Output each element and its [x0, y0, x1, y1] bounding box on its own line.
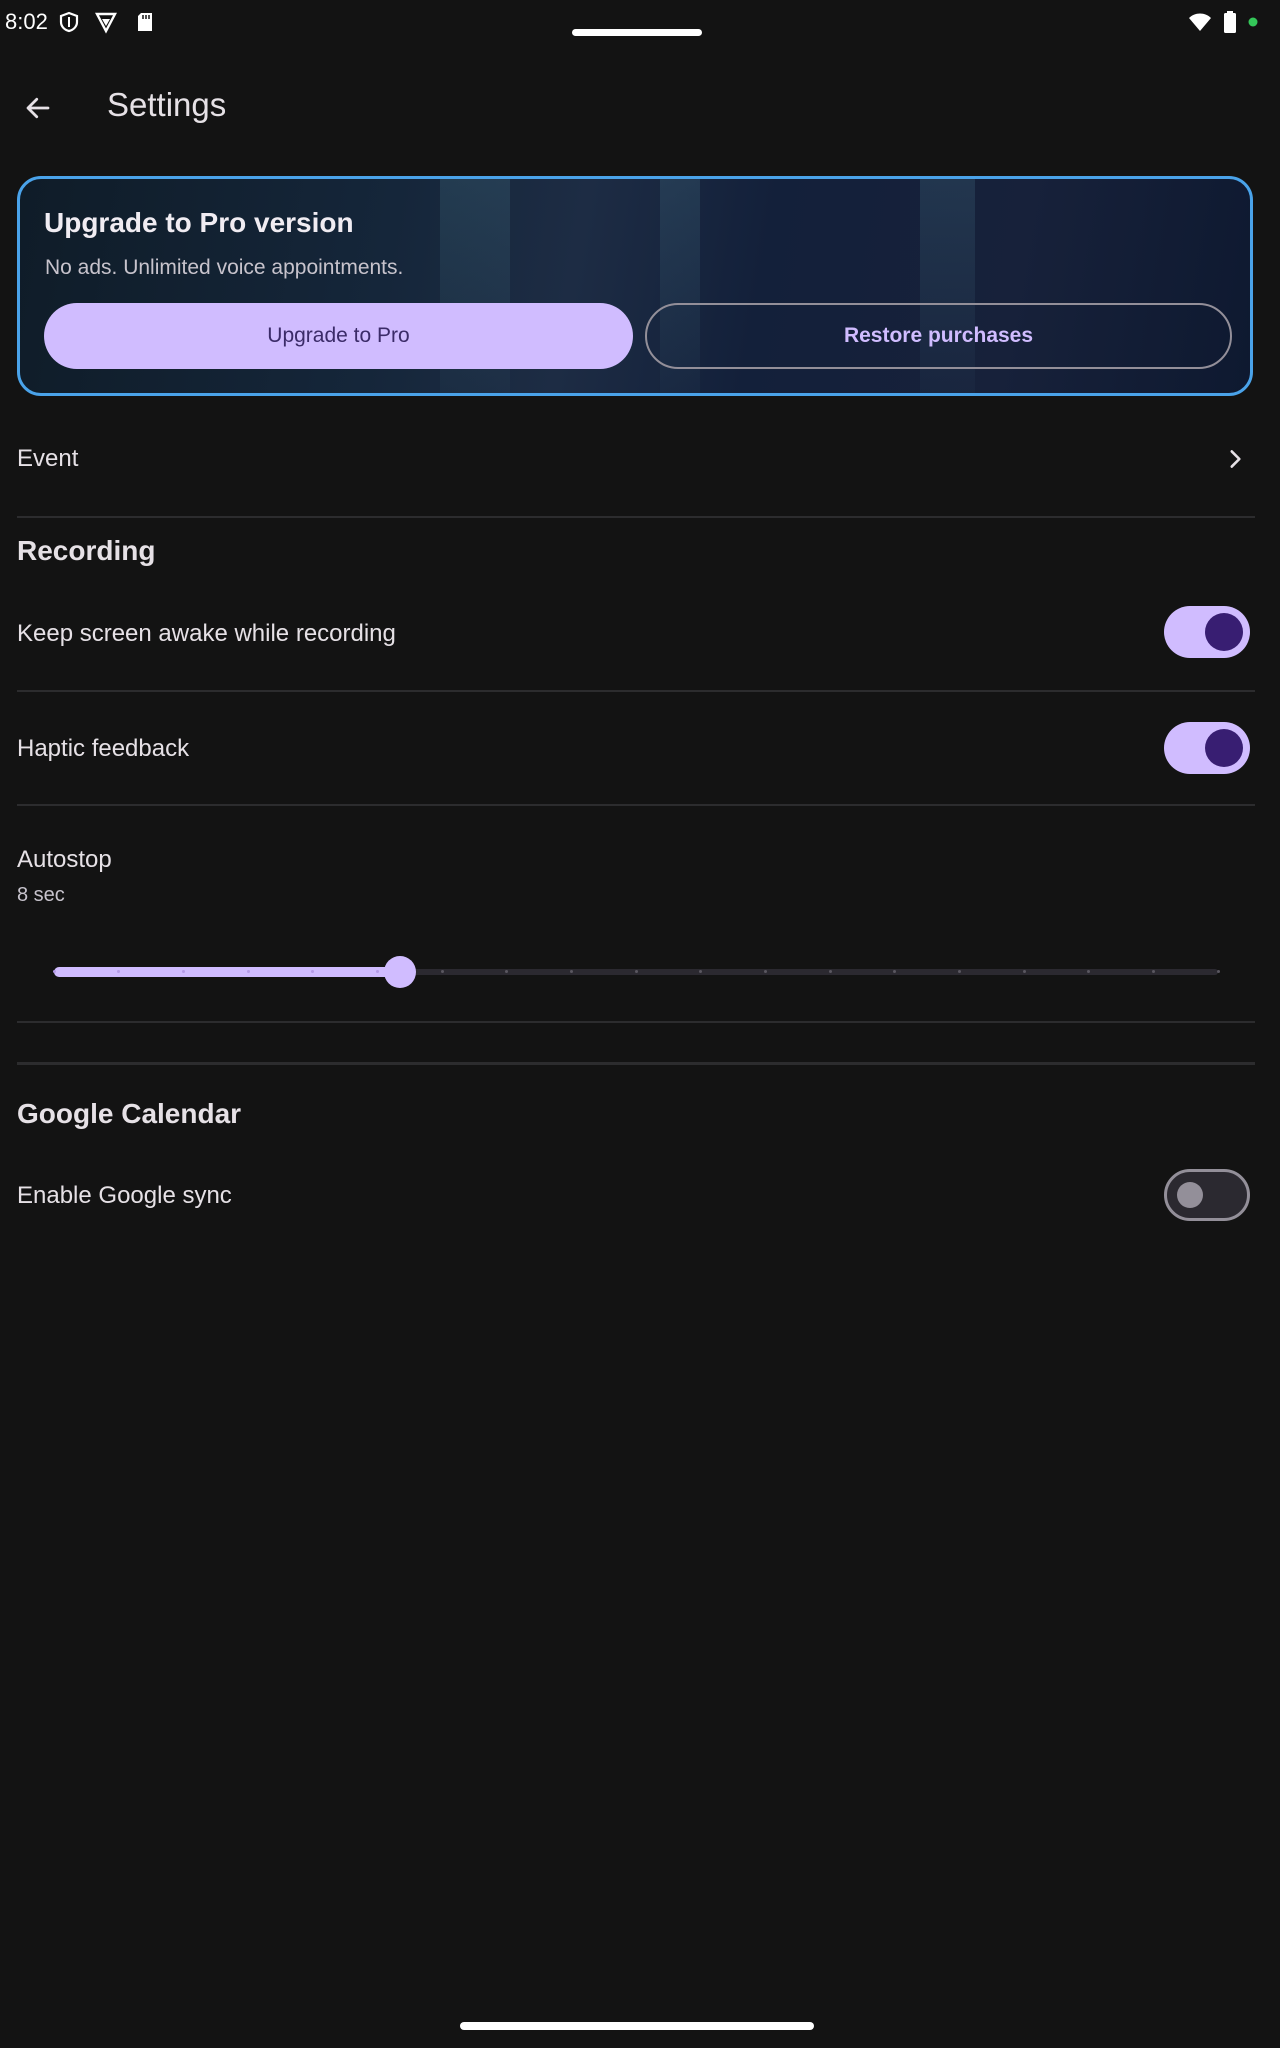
switch-thumb — [1205, 613, 1243, 651]
shield-icon — [59, 11, 79, 33]
slider-tick — [52, 970, 56, 973]
restore-purchases-button[interactable]: Restore purchases — [645, 303, 1232, 369]
switch-thumb — [1177, 1182, 1203, 1208]
chevron-right-icon — [1230, 450, 1241, 468]
divider — [17, 690, 1255, 692]
autostop-value: 8 sec — [17, 884, 65, 906]
slider-tick — [634, 970, 638, 973]
pro-upgrade-card: Upgrade to Pro version No ads. Unlimited… — [17, 176, 1253, 396]
status-time: 8:02 — [5, 9, 48, 34]
event-row[interactable] — [0, 430, 1280, 490]
slider-thumb[interactable] — [383, 956, 416, 988]
back-button[interactable] — [14, 84, 62, 132]
status-bar — [0, 0, 1280, 46]
upgrade-to-pro-button[interactable]: Upgrade to Pro — [44, 303, 633, 369]
slider-ticks — [52, 970, 1220, 974]
slider-tick — [893, 970, 897, 973]
vpn-icon — [95, 12, 117, 34]
slider-tick — [569, 970, 573, 973]
slider-tick — [957, 970, 961, 973]
wifi-icon — [1189, 13, 1211, 31]
sd-card-icon — [138, 13, 152, 31]
recording-section-header: Recording — [17, 535, 156, 566]
keep-awake-label: Keep screen awake while recording — [17, 620, 396, 647]
arrow-back-icon — [26, 97, 50, 119]
google-sync-switch[interactable] — [1164, 1169, 1250, 1221]
keep-awake-switch[interactable] — [1164, 606, 1250, 658]
page-title: Settings — [107, 86, 227, 123]
slider-tick — [375, 970, 379, 973]
haptic-feedback-switch[interactable] — [1164, 722, 1250, 774]
battery-icon — [1224, 11, 1236, 33]
gesture-nav-handle — [460, 2022, 814, 2030]
slider-tick — [1087, 970, 1091, 973]
slider-tick — [699, 970, 703, 973]
slider-tick — [440, 970, 444, 973]
autostop-label: Autostop — [17, 846, 112, 873]
pro-card-subtitle: No ads. Unlimited voice appointments. — [45, 256, 404, 279]
slider-tick — [505, 970, 509, 973]
slider-tick — [763, 970, 767, 973]
divider — [17, 516, 1255, 518]
slider-tick — [1022, 970, 1026, 973]
slider-tick — [246, 970, 250, 973]
divider — [17, 804, 1255, 806]
switch-thumb — [1205, 729, 1243, 767]
pro-card-title: Upgrade to Pro version — [44, 207, 354, 238]
divider — [17, 1021, 1255, 1023]
slider-tick — [1216, 970, 1220, 973]
top-handle — [572, 29, 702, 36]
haptic-feedback-row[interactable] — [0, 716, 1280, 782]
slider-tick — [1151, 970, 1155, 973]
slider-tick — [828, 970, 832, 973]
haptic-feedback-label: Haptic feedback — [17, 735, 190, 762]
event-row-label: Event — [17, 445, 79, 472]
slider-tick — [311, 970, 315, 973]
google-sync-label: Enable Google sync — [17, 1182, 232, 1209]
slider-tick — [181, 970, 185, 973]
privacy-dot-icon — [1248, 17, 1258, 27]
autostop-slider[interactable] — [52, 950, 1220, 994]
google-calendar-section-header: Google Calendar — [17, 1098, 242, 1129]
section-divider — [17, 1062, 1255, 1065]
slider-tick — [117, 970, 121, 973]
